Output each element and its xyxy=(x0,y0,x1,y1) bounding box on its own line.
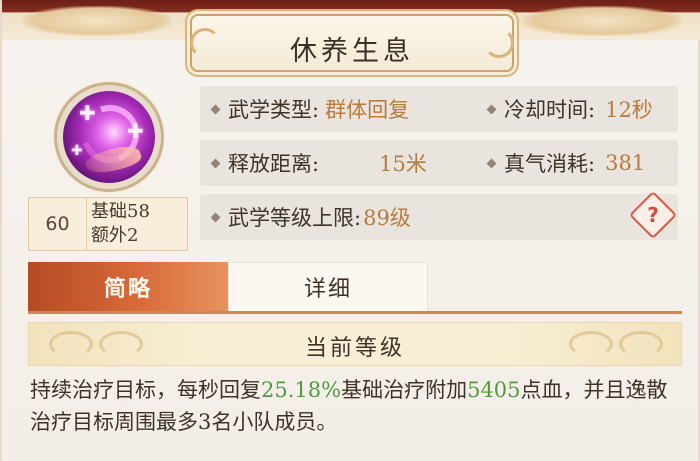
skill-icon[interactable]: ✚ ✚ ✚ xyxy=(54,82,164,192)
info-row-type-cooldown: 武学类型: 群体回复 冷却时间: 12秒 xyxy=(200,86,678,132)
info-row-range-cost: 释放距离: 15米 真气消耗: 381 xyxy=(200,140,678,186)
question-diamond-icon: ? xyxy=(647,203,659,227)
tab-brief[interactable]: 简略 xyxy=(28,262,228,311)
skill-panel: 休养生息 ✚ ✚ ✚ 60 基础58 额外2 武学类型: 群体回复 冷却时间: … xyxy=(0,0,700,461)
level-box: 60 基础58 额外2 xyxy=(28,197,188,251)
type-value: 群体回复 xyxy=(325,98,410,122)
title-plaque: 休养生息 xyxy=(190,14,514,72)
range-value: 15米 xyxy=(379,152,427,176)
cost-value: 381 xyxy=(605,151,646,175)
level-cap-label: 武学等级上限: xyxy=(228,206,362,230)
base-level: 基础58 xyxy=(91,201,150,222)
desc-heal-percent: 25.18% xyxy=(261,378,342,402)
skill-name: 休养生息 xyxy=(290,36,414,67)
info-row-level-cap: 武学等级上限: 89级 xyxy=(200,194,678,240)
desc-text-1: 持续治疗目标，每秒回复 xyxy=(30,378,261,402)
cooldown-value: 12秒 xyxy=(605,98,653,122)
desc-text-2: 基础治疗附加 xyxy=(341,378,468,402)
cooldown-label: 冷却时间: xyxy=(504,98,596,122)
tab-detail[interactable]: 详细 xyxy=(228,262,428,311)
tab-bar: 简略 详细 xyxy=(28,262,682,314)
level-cap-value: 89级 xyxy=(363,206,411,230)
current-level-title: 当前等级 xyxy=(304,336,405,361)
current-level-banner: 当前等级 xyxy=(28,322,682,366)
diamond-bullet-icon xyxy=(486,158,497,168)
cost-label: 真气消耗: xyxy=(504,152,596,176)
diamond-bullet-icon xyxy=(210,104,221,114)
diamond-bullet-icon xyxy=(210,158,221,168)
desc-heal-amount: 5405 xyxy=(467,378,521,402)
range-label: 释放距离: xyxy=(228,152,320,176)
diamond-bullet-icon xyxy=(210,212,221,222)
extra-level: 额外2 xyxy=(91,225,139,246)
diamond-bullet-icon xyxy=(486,104,497,114)
skill-level: 60 xyxy=(29,198,87,250)
skill-description: 持续治疗目标，每秒回复25.18%基础治疗附加5405点血，并且逸散治疗目标周围… xyxy=(30,374,670,438)
type-label: 武学类型: xyxy=(228,98,320,122)
healing-swirl-icon: ✚ ✚ ✚ xyxy=(63,91,155,183)
